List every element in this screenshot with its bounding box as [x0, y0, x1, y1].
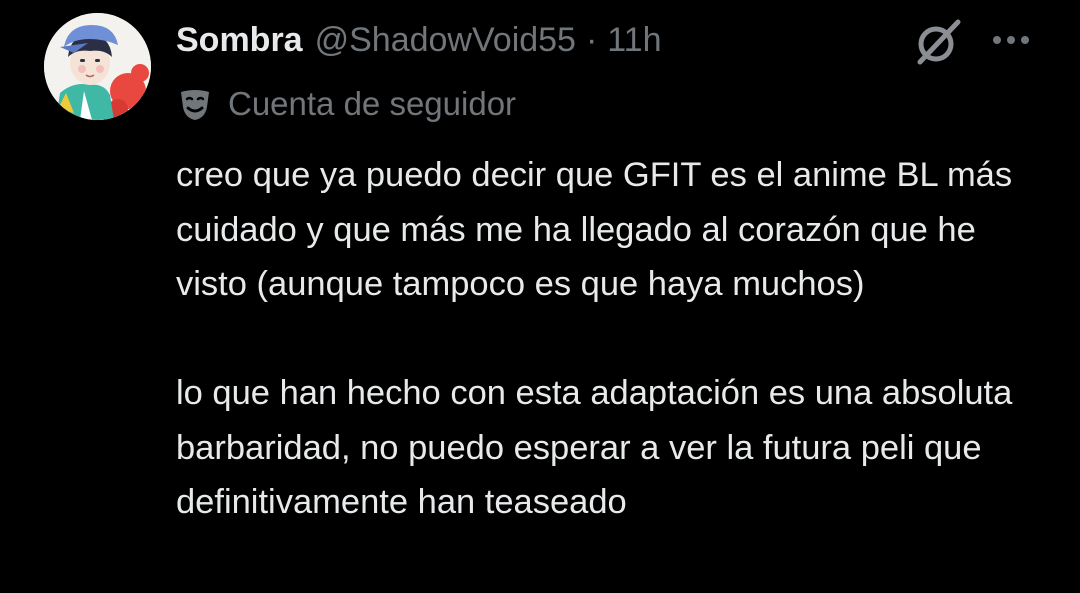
tweet-timestamp[interactable]: 11h: [607, 21, 661, 60]
tweet-body: creo que ya puedo decir que GFIT es el a…: [176, 148, 1056, 530]
avatar-image: [44, 13, 151, 120]
avatar[interactable]: [44, 13, 151, 120]
account-label: Cuenta de seguidor: [178, 82, 516, 126]
grok-icon[interactable]: [912, 16, 964, 68]
theater-masks-icon: [178, 87, 212, 121]
author-handle[interactable]: @ShadowVoid55: [315, 21, 576, 60]
tweet-paragraph-1: creo que ya puedo decir que GFIT es el a…: [176, 156, 1013, 303]
more-options-icon[interactable]: [990, 30, 1032, 50]
account-label-text: Cuenta de seguidor: [228, 85, 517, 122]
header-separator: ·: [585, 20, 598, 59]
author-display-name[interactable]: Sombra: [176, 21, 303, 60]
tweet-header: Sombra @ShadowVoid55 · 11h: [176, 18, 662, 62]
tweet-paragraph-2: lo que han hecho con esta adaptación es …: [176, 374, 1013, 521]
